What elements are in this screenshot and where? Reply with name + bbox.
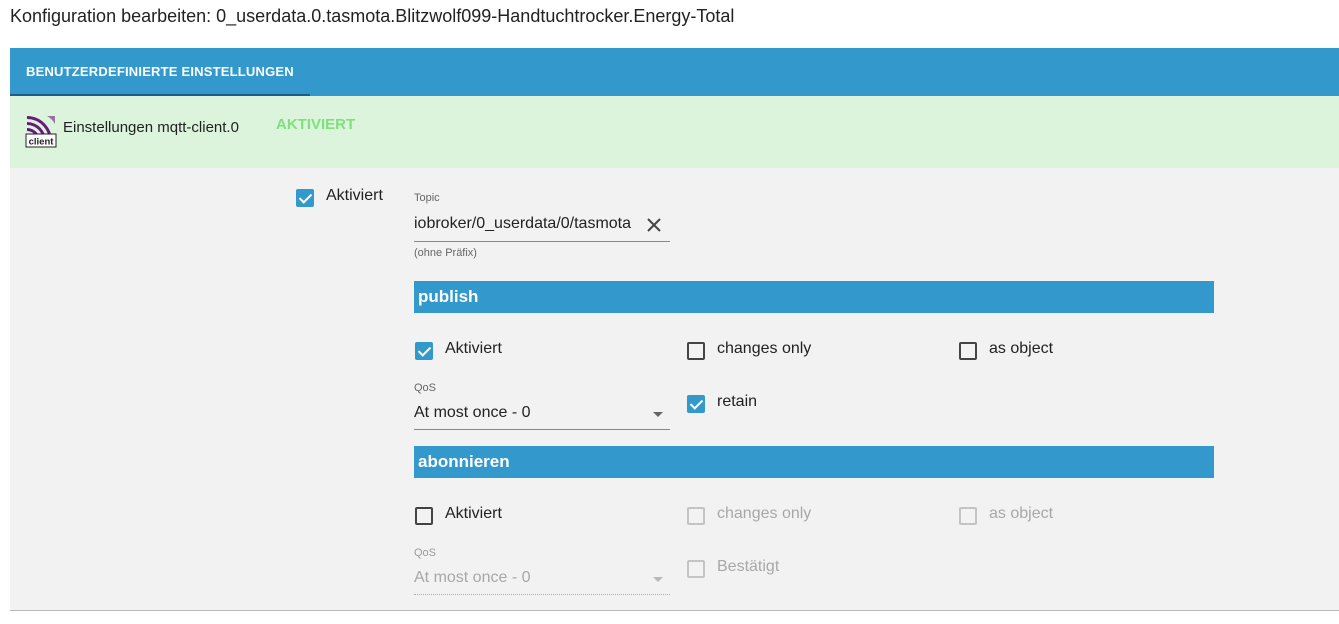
subscribe-section-header: abonnieren bbox=[414, 446, 1214, 478]
publish-changes-only-label: changes only bbox=[717, 340, 812, 357]
publish-retain-label: retain bbox=[717, 393, 758, 410]
adapter-header: client Einstellungen mqtt-client.0 AKTIV… bbox=[10, 96, 1339, 168]
clear-icon[interactable] bbox=[646, 217, 662, 233]
adapter-status-badge: AKTIVIERT bbox=[276, 116, 356, 133]
topic-input[interactable]: iobroker/0_userdata/0/tasmota bbox=[414, 215, 636, 233]
subscribe-changes-only-checkbox[interactable] bbox=[687, 507, 705, 525]
subscribe-changes-only-label: changes only bbox=[717, 505, 812, 522]
subscribe-enabled-checkbox[interactable] bbox=[415, 507, 433, 525]
subscribe-ack-checkbox[interactable] bbox=[687, 560, 705, 578]
publish-as-object-label: as object bbox=[989, 340, 1054, 357]
subscribe-qos-underline bbox=[414, 594, 670, 595]
publish-enabled-label: Aktiviert bbox=[445, 340, 502, 357]
chevron-down-icon[interactable] bbox=[653, 577, 663, 582]
subscribe-as-object-checkbox[interactable] bbox=[959, 507, 977, 525]
topic-label: Topic bbox=[414, 192, 440, 204]
publish-qos-underline bbox=[414, 429, 670, 430]
mqtt-client-logo-icon: client bbox=[25, 116, 57, 148]
chevron-down-icon[interactable] bbox=[653, 412, 663, 417]
publish-changes-only-checkbox[interactable] bbox=[687, 342, 705, 360]
subscribe-qos-label: QoS bbox=[414, 547, 437, 559]
publish-qos-label: QoS bbox=[414, 382, 437, 394]
topic-underline bbox=[414, 241, 670, 242]
publish-retain-checkbox[interactable] bbox=[687, 395, 705, 413]
settings-panel: Aktiviert Topic iobroker/0_userdata/0/ta… bbox=[10, 168, 1339, 611]
subscribe-qos-select[interactable]: At most once - 0 bbox=[414, 569, 644, 587]
publish-section-header: publish bbox=[414, 281, 1214, 313]
tab-custom-settings[interactable]: BENUTZERDEFINIERTE EINSTELLUNGEN bbox=[10, 48, 310, 96]
tab-bar: BENUTZERDEFINIERTE EINSTELLUNGEN bbox=[10, 48, 1339, 96]
subscribe-ack-label: Bestätigt bbox=[717, 558, 780, 575]
subscribe-as-object-label: as object bbox=[989, 505, 1054, 522]
adapter-name: Einstellungen mqtt-client.0 bbox=[63, 119, 239, 136]
page-title: Konfiguration bearbeiten: 0_userdata.0.t… bbox=[10, 6, 735, 26]
publish-qos-select[interactable]: At most once - 0 bbox=[414, 404, 644, 422]
topic-hint: (ohne Präfix) bbox=[414, 247, 477, 259]
publish-enabled-checkbox[interactable] bbox=[415, 342, 433, 360]
main-enabled-label: Aktiviert bbox=[326, 187, 383, 204]
main-enabled-checkbox[interactable] bbox=[296, 189, 314, 207]
logo-text: client bbox=[29, 137, 55, 148]
publish-as-object-checkbox[interactable] bbox=[959, 342, 977, 360]
subscribe-enabled-label: Aktiviert bbox=[445, 505, 502, 522]
